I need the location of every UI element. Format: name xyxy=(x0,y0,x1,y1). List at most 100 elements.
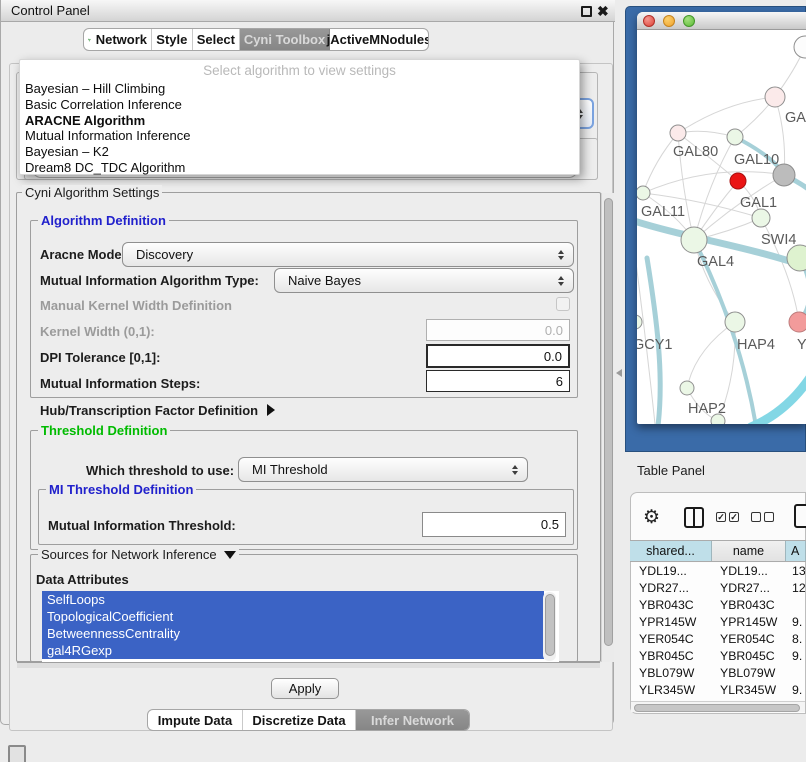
network-node-hap2[interactable] xyxy=(680,381,694,395)
split-view-icon[interactable] xyxy=(684,507,704,528)
table-cell[interactable]: YDL19... xyxy=(631,563,713,580)
tab-select[interactable]: Select xyxy=(193,29,240,50)
network-node[interactable] xyxy=(773,164,795,186)
network-edge[interactable] xyxy=(643,172,784,193)
table-row[interactable]: YDL19...YDL19...13 xyxy=(631,563,805,580)
kernel-width-input[interactable] xyxy=(426,319,570,341)
network-node-hap4[interactable] xyxy=(725,312,745,332)
column-header-name[interactable]: name xyxy=(712,541,786,561)
network-node-swi4[interactable] xyxy=(787,245,806,271)
network-node[interactable] xyxy=(730,173,746,189)
close-traffic-light[interactable] xyxy=(643,15,655,27)
unchecked-checkbox-icon[interactable] xyxy=(751,512,761,522)
table-cell[interactable]: YPR145W xyxy=(631,614,713,631)
attributes-scrollbar[interactable] xyxy=(543,592,556,661)
table-cell[interactable]: 13 xyxy=(787,563,805,580)
panel-splitter-arrow[interactable] xyxy=(616,369,622,377)
settings-scrollbar-thumb[interactable] xyxy=(604,198,613,646)
table-cell[interactable]: 9. xyxy=(787,648,805,665)
zoom-traffic-light[interactable] xyxy=(683,15,695,27)
which-threshold-combobox[interactable]: MI Threshold xyxy=(238,457,528,482)
tab-style[interactable]: Style xyxy=(152,29,193,50)
apply-button[interactable]: Apply xyxy=(271,678,339,699)
attribute-item-selected[interactable]: SelfLoops xyxy=(42,591,544,608)
manual-kernel-checkbox[interactable] xyxy=(556,297,570,311)
algorithm-item[interactable]: Dream8 DC_TDC Algorithm xyxy=(21,160,579,176)
new-column-icon[interactable] xyxy=(794,504,806,528)
close-icon[interactable]: ✖ xyxy=(597,2,609,20)
column-header-shared-name[interactable]: shared... xyxy=(630,541,712,561)
aracne-mode-combobox[interactable]: Discovery xyxy=(122,242,574,267)
collapsed-panel-icon[interactable] xyxy=(8,745,26,762)
table-cell[interactable]: YBL079W xyxy=(631,665,713,682)
table-cell[interactable]: YBR043C xyxy=(631,597,713,614)
algorithm-item[interactable]: Basic Correlation Inference xyxy=(21,97,579,113)
network-edge[interactable] xyxy=(643,133,678,193)
attributes-scrollbar-thumb[interactable] xyxy=(545,594,555,656)
hub-definition-expander[interactable]: Hub/Transcription Factor Definition xyxy=(40,403,275,418)
algorithm-item[interactable]: Bayesian – K2 xyxy=(21,144,579,160)
table-cell[interactable]: YDR27... xyxy=(713,580,787,597)
table-cell[interactable]: YBR045C xyxy=(631,648,713,665)
network-node-gcy1[interactable] xyxy=(637,315,642,329)
tab-cyni-toolbox[interactable]: Cyni Toolbox xyxy=(240,29,330,50)
algorithm-item[interactable]: Mutual Information Inference xyxy=(21,128,579,144)
network-node-gal80[interactable] xyxy=(670,125,686,141)
network-node-gal11[interactable] xyxy=(637,186,650,200)
settings-scrollbar[interactable] xyxy=(601,193,614,662)
attribute-item-selected[interactable]: BetweennessCentrality xyxy=(42,625,544,642)
table-cell[interactable]: 8. xyxy=(787,631,805,648)
table-row[interactable]: YPR145WYPR145W9. xyxy=(631,614,805,631)
network-edge[interactable] xyxy=(687,322,735,388)
table-row[interactable]: YIL052CYIL052C9. xyxy=(631,699,805,700)
network-canvas[interactable]: GALGAL80GAL10GAL11GAL1SWI4GAL4GCY1HAP4YH… xyxy=(637,30,806,424)
table-cell[interactable]: YBR045C xyxy=(713,648,787,665)
table-scrollbar-thumb[interactable] xyxy=(634,704,800,712)
table-cell[interactable]: YLR345W xyxy=(713,682,787,699)
minimize-traffic-light[interactable] xyxy=(663,15,675,27)
network-edge[interactable] xyxy=(678,131,735,137)
unchecked-checkbox-icon[interactable] xyxy=(764,512,774,522)
table-cell[interactable]: YBL079W xyxy=(713,665,787,682)
table-row[interactable]: YLR345WYLR345W9. xyxy=(631,682,805,699)
network-node[interactable] xyxy=(711,414,725,424)
attribute-item-selected[interactable]: TopologicalCoefficient xyxy=(42,608,544,625)
network-node[interactable] xyxy=(794,36,806,58)
mi-threshold-input[interactable] xyxy=(422,512,566,537)
checked-checkbox-icon[interactable]: ✓ xyxy=(729,512,739,522)
table-cell[interactable] xyxy=(787,665,805,682)
tab-infer-network[interactable]: Infer Network xyxy=(356,710,469,730)
mi-algorithm-type-combobox[interactable]: Naive Bayes xyxy=(274,268,574,293)
table-cell[interactable]: 12 xyxy=(787,580,805,597)
algorithm-item[interactable]: ARACNE Algorithm xyxy=(21,113,579,129)
table-cell[interactable]: YDR27... xyxy=(631,580,713,597)
network-node-y[interactable] xyxy=(789,312,806,332)
checked-checkbox-icon[interactable]: ✓ xyxy=(716,512,726,522)
table-horizontal-scrollbar[interactable] xyxy=(631,701,805,712)
network-node-gal1[interactable] xyxy=(752,209,770,227)
tab-discretize-data[interactable]: Discretize Data xyxy=(243,710,356,730)
table-cell[interactable] xyxy=(787,597,805,614)
table-cell[interactable]: YDL19... xyxy=(713,563,787,580)
table-cell[interactable]: 9. xyxy=(787,682,805,699)
algorithm-item[interactable]: Bayesian – Hill Climbing xyxy=(21,81,579,97)
table-cell[interactable]: YLR345W xyxy=(631,682,713,699)
column-header-clipped[interactable]: A xyxy=(786,541,806,561)
tab-network[interactable]: Network xyxy=(84,29,152,50)
table-cell[interactable]: 9. xyxy=(787,614,805,631)
network-edge[interactable] xyxy=(751,376,806,424)
tab-jactivemnodules[interactable]: jActiveMNodules xyxy=(330,29,428,50)
table-row[interactable]: YBL079WYBL079W xyxy=(631,665,805,682)
table-cell[interactable]: YBR043C xyxy=(713,597,787,614)
table-cell[interactable]: YER054C xyxy=(713,631,787,648)
float-window-icon[interactable] xyxy=(581,6,592,17)
table-cell[interactable]: YER054C xyxy=(631,631,713,648)
network-node-gal10[interactable] xyxy=(727,129,743,145)
table-cell[interactable]: YPR145W xyxy=(713,614,787,631)
table-cell[interactable]: YIL052C xyxy=(631,699,713,700)
sources-title-row[interactable]: Sources for Network Inference xyxy=(38,547,239,562)
network-edge[interactable] xyxy=(678,97,775,133)
attribute-item-selected[interactable]: gal4RGexp xyxy=(42,642,544,659)
table-row[interactable]: YDR27...YDR27...12 xyxy=(631,580,805,597)
table-row[interactable]: YBR045CYBR045C9. xyxy=(631,648,805,665)
